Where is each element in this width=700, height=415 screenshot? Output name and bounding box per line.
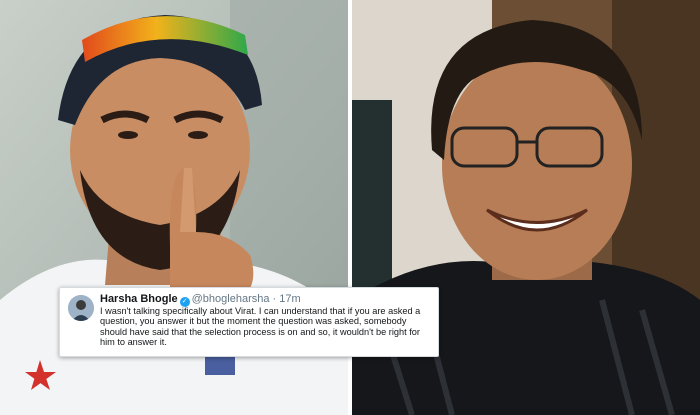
tweet-timestamp[interactable]: 17m (279, 293, 300, 305)
tweet-separator: · (272, 293, 277, 305)
tweet-text: I wasn't talking specifically about Vira… (100, 306, 421, 348)
tweet-header: Harsha Bhogle ✓ @bhogleharsha · 17m (100, 293, 301, 307)
tweet-author-name[interactable]: Harsha Bhogle (100, 293, 178, 305)
tweet-card[interactable]: Harsha Bhogle ✓ @bhogleharsha · 17m I wasn… (59, 287, 439, 357)
photo-collage: Harsha Bhogle ✓ @bhogleharsha · 17m I wasn… (0, 0, 700, 415)
avatar[interactable] (68, 295, 94, 321)
tweet-author-handle[interactable]: @bhogleharsha (192, 293, 270, 305)
